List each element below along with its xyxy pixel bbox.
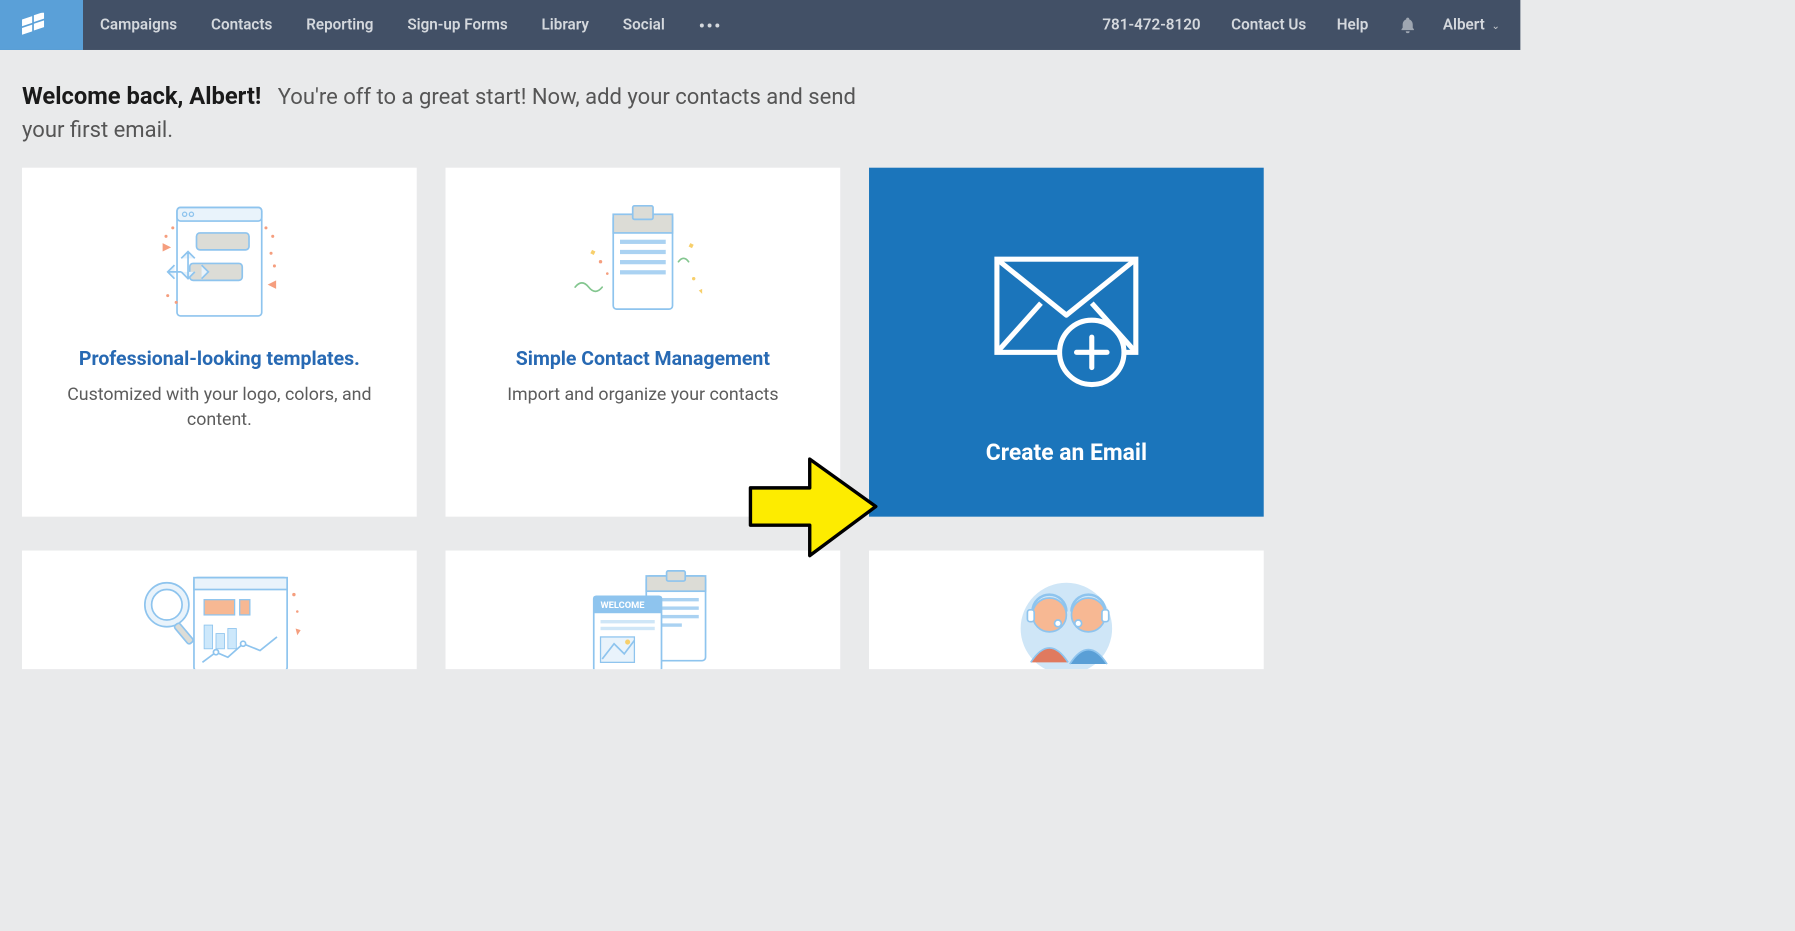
card-templates-desc: Customized with your logo, colors, and c… bbox=[47, 382, 391, 434]
welcome-banner: Welcome back, Albert! You're off to a gr… bbox=[0, 50, 898, 168]
nav-secondary: 781-472-8120 Contact Us Help Albert ⌄ bbox=[1087, 0, 1520, 50]
welcome-badge-label: WELCOME bbox=[601, 600, 646, 611]
nav-help[interactable]: Help bbox=[1322, 0, 1384, 50]
nav-user-name: Albert bbox=[1443, 0, 1485, 50]
bell-icon bbox=[1399, 16, 1418, 35]
reporting-illustration bbox=[135, 569, 304, 669]
nav-contacts[interactable]: Contacts bbox=[194, 0, 289, 50]
brand-logo[interactable] bbox=[0, 0, 83, 50]
card-support[interactable] bbox=[869, 551, 1264, 670]
nav-notifications[interactable] bbox=[1384, 0, 1433, 50]
nav-library[interactable]: Library bbox=[525, 0, 606, 50]
support-illustration bbox=[990, 569, 1142, 669]
card-contacts-desc: Import and organize your contacts bbox=[499, 382, 787, 408]
create-email-illustration bbox=[982, 235, 1151, 404]
nav-contact-us[interactable]: Contact Us bbox=[1216, 0, 1322, 50]
card-create-email[interactable]: Create an Email bbox=[869, 168, 1264, 517]
cards-grid-row2: WELCOME bbox=[0, 551, 1520, 703]
card-reporting[interactable] bbox=[22, 551, 417, 670]
card-contacts-title: Simple Contact Management bbox=[516, 347, 770, 370]
welcome-heading: Welcome back, Albert! bbox=[22, 82, 261, 110]
more-dots-icon: ••• bbox=[699, 15, 722, 35]
chevron-down-icon: ⌄ bbox=[1492, 19, 1501, 31]
nav-user-menu[interactable]: Albert ⌄ bbox=[1433, 0, 1521, 50]
card-welcome-series[interactable]: WELCOME bbox=[446, 551, 841, 670]
contacts-illustration bbox=[567, 198, 719, 325]
nav-signup-forms[interactable]: Sign-up Forms bbox=[390, 0, 524, 50]
nav-reporting[interactable]: Reporting bbox=[289, 0, 390, 50]
card-create-email-title: Create an Email bbox=[986, 439, 1147, 466]
envelope-plus-icon bbox=[982, 244, 1151, 396]
nav-social[interactable]: Social bbox=[606, 0, 682, 50]
nav-campaigns[interactable]: Campaigns bbox=[83, 0, 194, 50]
cards-grid: Professional-looking templates. Customiz… bbox=[0, 168, 1520, 551]
card-templates-title: Professional-looking templates. bbox=[79, 347, 360, 370]
nav-phone[interactable]: 781-472-8120 bbox=[1087, 0, 1216, 50]
main-content: Professional-looking templates. Customiz… bbox=[0, 168, 1520, 703]
nav-primary: Campaigns Contacts Reporting Sign-up For… bbox=[83, 0, 739, 50]
nav-more-menu[interactable]: ••• bbox=[682, 0, 739, 50]
card-templates[interactable]: Professional-looking templates. Customiz… bbox=[22, 168, 417, 517]
welcome-series-illustration: WELCOME bbox=[558, 569, 727, 669]
templates-illustration bbox=[147, 198, 291, 325]
card-contacts[interactable]: Simple Contact Management Import and org… bbox=[446, 168, 841, 517]
top-navbar: Campaigns Contacts Reporting Sign-up For… bbox=[0, 0, 1520, 50]
flag-logo-icon bbox=[20, 12, 62, 37]
